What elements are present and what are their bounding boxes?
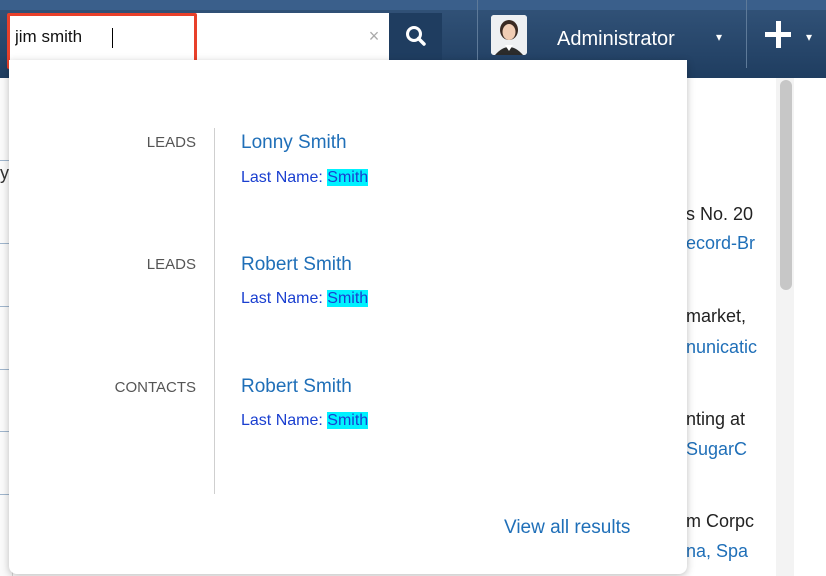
chevron-down-icon[interactable]: ▾: [806, 30, 812, 44]
result-module-label: LEADS: [146, 256, 196, 273]
search-match-highlight: Smith: [327, 169, 369, 186]
global-search: [7, 13, 389, 60]
search-match-highlight: Smith: [327, 290, 369, 307]
result-link[interactable]: Robert Smith: [241, 254, 352, 276]
user-avatar-icon: [491, 15, 527, 55]
background-text: nting at: [686, 409, 746, 429]
background-text: s No. 20: [686, 204, 754, 224]
result-module-label: LEADS: [146, 134, 196, 151]
result-match-line: Last Name: Smith: [241, 412, 369, 430]
result-match-line: Last Name: Smith: [241, 169, 369, 187]
divider: [0, 160, 9, 161]
divider: [0, 306, 9, 307]
text-cursor: [112, 28, 113, 48]
result-module-label: CONTACTS: [114, 379, 196, 396]
close-icon[interactable]: ×: [366, 27, 382, 45]
quick-create-button[interactable]: [761, 14, 801, 54]
divider: [746, 0, 747, 68]
background-link[interactable]: nunicatic: [686, 337, 757, 358]
search-input[interactable]: [7, 13, 347, 60]
background-text: m Corpc: [686, 511, 755, 531]
search-button[interactable]: [389, 13, 442, 60]
divider: [214, 128, 215, 494]
plus-icon: [776, 21, 781, 48]
background-link[interactable]: SugarC: [686, 439, 747, 460]
background-link[interactable]: na, Spa: [686, 541, 748, 562]
divider: [0, 431, 9, 432]
search-match-highlight: Smith: [327, 412, 369, 429]
avatar[interactable]: [491, 15, 527, 55]
result-field-label: Last Name:: [241, 169, 323, 186]
user-menu-name[interactable]: Administrator: [557, 28, 675, 51]
result-field-label: Last Name:: [241, 412, 323, 429]
divider: [477, 0, 478, 68]
background-link[interactable]: ecord-Br: [686, 233, 755, 254]
result-link[interactable]: Lonny Smith: [241, 132, 347, 154]
result-match-line: Last Name: Smith: [241, 290, 369, 308]
header-top-edge: [0, 0, 826, 10]
search-icon: [406, 26, 426, 46]
scrollbar-thumb[interactable]: [780, 80, 792, 290]
search-results-dropdown: LEADS Lonny Smith Last Name: Smith LEADS…: [9, 60, 687, 574]
divider: [0, 369, 9, 370]
chevron-down-icon[interactable]: ▾: [716, 30, 722, 44]
result-field-label: Last Name:: [241, 290, 323, 307]
divider: [0, 243, 9, 244]
divider: [0, 494, 9, 495]
background-text: market,: [686, 306, 747, 326]
background-text: y: [0, 163, 9, 183]
view-all-results-link[interactable]: View all results: [504, 517, 630, 539]
result-link[interactable]: Robert Smith: [241, 376, 352, 398]
